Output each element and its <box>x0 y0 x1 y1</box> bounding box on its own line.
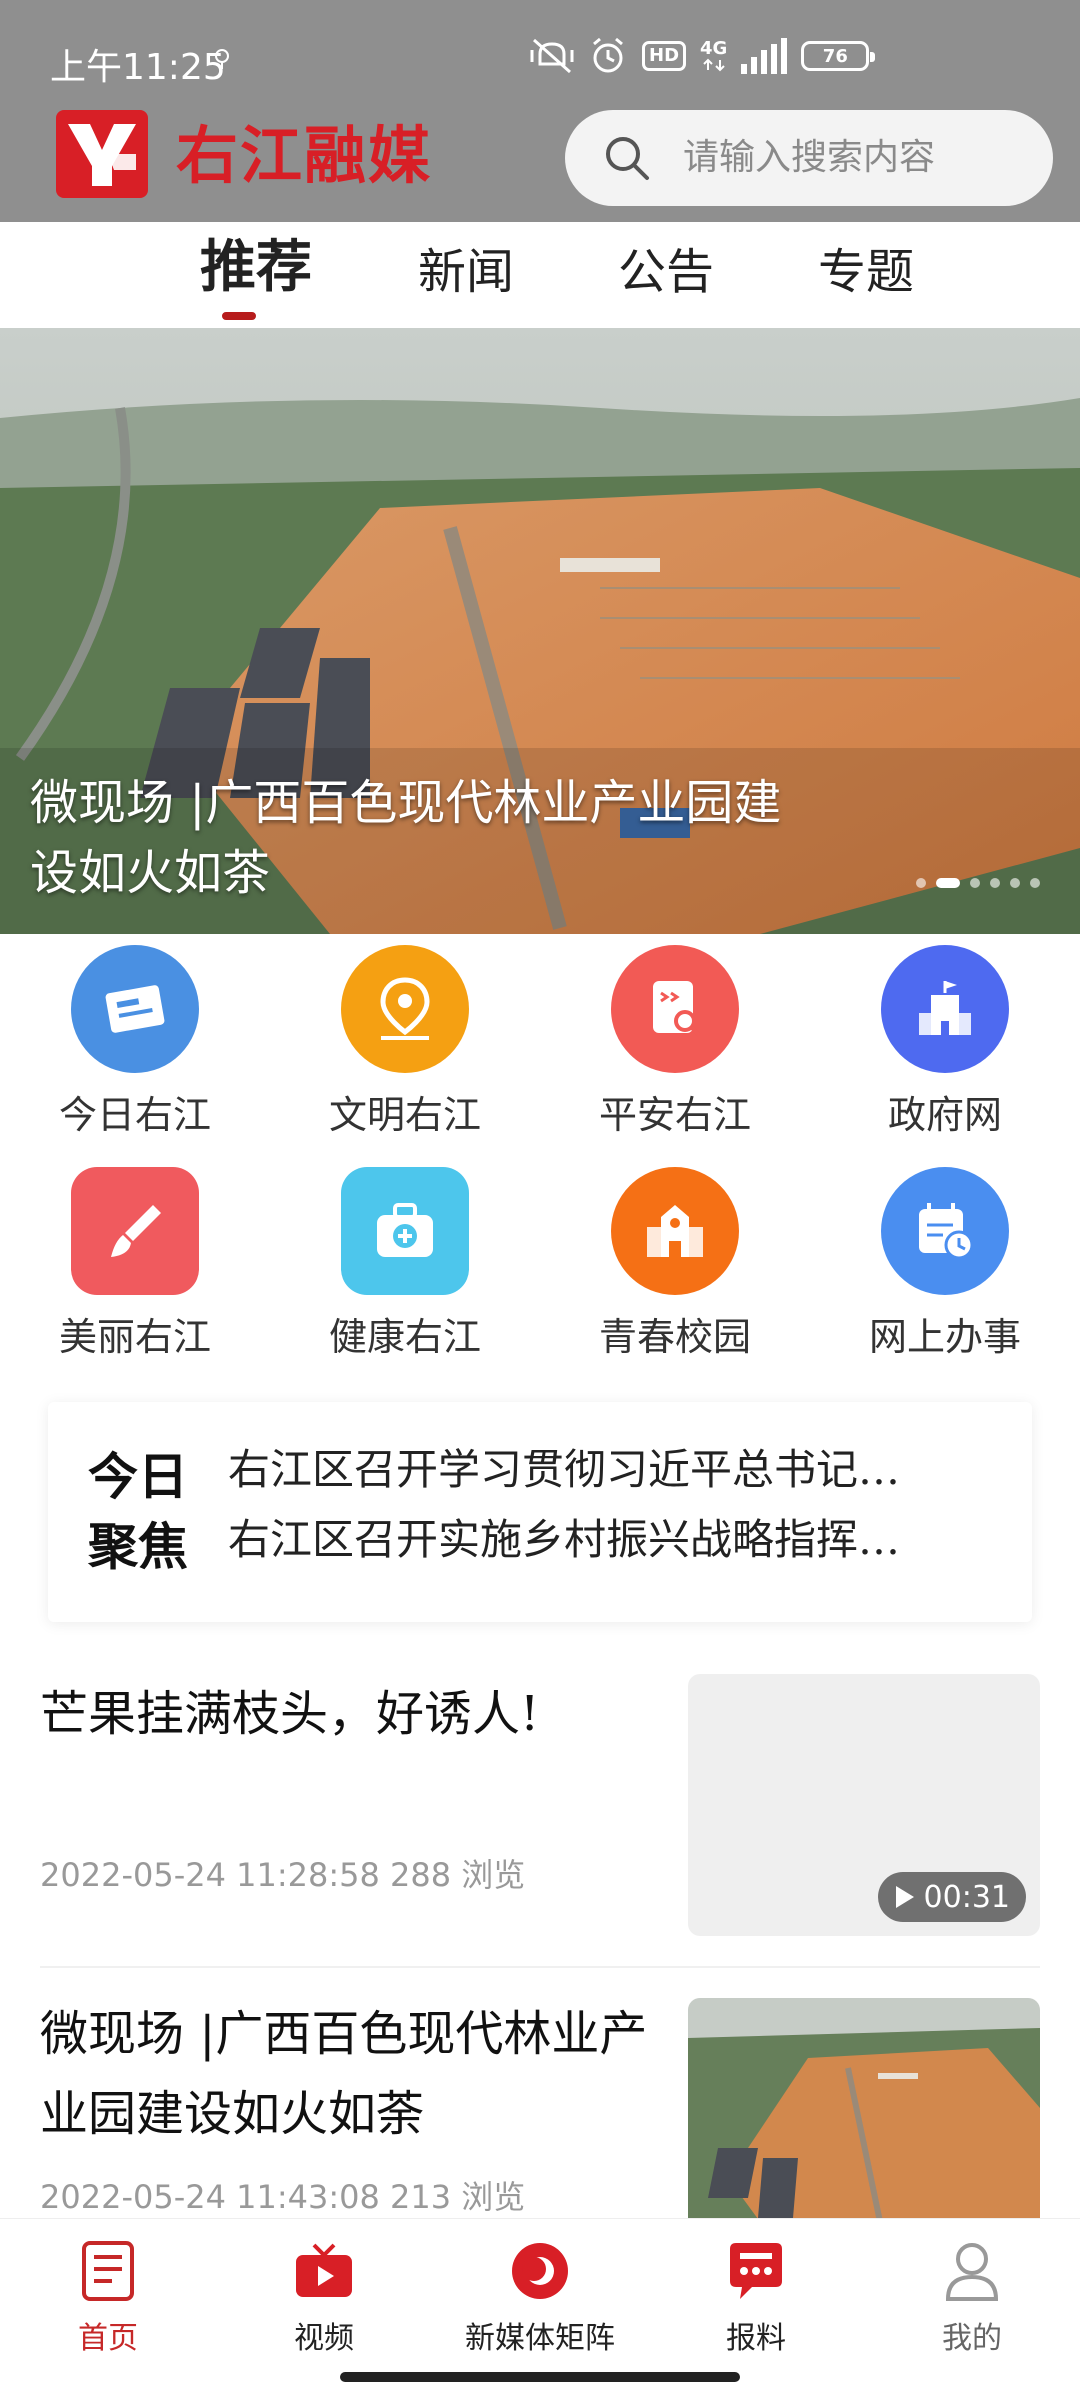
carousel-dot <box>970 878 980 888</box>
media-matrix-icon <box>512 2243 568 2299</box>
banner-title: 微现场 |广西百色现代林业产业园建设如火如茶 <box>30 775 782 901</box>
banner-carousel[interactable]: 微现场 |广西百色现代林业产业园建设如火如茶 <box>0 328 1080 934</box>
battery-level: 76 <box>822 45 848 67</box>
nav-profile[interactable]: 我的 <box>864 2239 1080 2359</box>
news-icon <box>71 945 199 1073</box>
location-pin-icon <box>341 945 469 1073</box>
user-icon <box>945 2243 999 2301</box>
shortcut-today-youjiang[interactable]: 今日右江 <box>0 940 270 1150</box>
carousel-dot <box>990 878 1000 888</box>
status-icons: HD 4G 76 <box>530 36 876 76</box>
carousel-dot <box>1030 878 1040 888</box>
nav-label: 视频 <box>294 2321 354 2356</box>
tab-topics[interactable]: 专题 <box>818 242 914 302</box>
calendar-clock-icon <box>881 1167 1009 1295</box>
news-meta: 2022-05-24 11:43:08 213 浏览 <box>40 2178 526 2216</box>
nav-media-matrix[interactable]: 新媒体矩阵 <box>432 2239 648 2359</box>
shortcut-label: 平安右江 <box>598 1093 751 1137</box>
search-bar[interactable]: 请输入搜索内容 <box>565 110 1053 206</box>
focus-headline-1[interactable]: 右江区召开学习贯彻习近平总书记… <box>228 1444 988 1496</box>
shortcut-label: 健康右江 <box>328 1315 481 1359</box>
shortcut-label: 青春校园 <box>598 1315 751 1359</box>
network-type: 4G <box>700 38 728 59</box>
nav-label: 新媒体矩阵 <box>465 2321 615 2356</box>
signal-icon <box>741 38 788 74</box>
news-thumbnail: 00:31 <box>688 1674 1040 1936</box>
nav-home[interactable]: 首页 <box>0 2239 216 2359</box>
shortcut-label: 今日右江 <box>58 1093 211 1137</box>
shortcut-government[interactable]: 政府网 <box>810 940 1080 1150</box>
document-search-icon <box>611 945 739 1073</box>
medical-kit-icon <box>341 1167 469 1295</box>
tv-play-icon <box>296 2243 352 2297</box>
hd-badge: HD <box>642 41 687 71</box>
government-building-icon <box>881 945 1009 1073</box>
shortcut-label: 网上办事 <box>868 1315 1021 1359</box>
status-time: 上午11:25 <box>50 47 226 88</box>
network-indicator: 4G <box>700 36 727 76</box>
thumbnail-image <box>688 1998 1040 2218</box>
shortcut-grid: 今日右江 文明右江 平安右江 政府网 美丽右江 健康右江 青春校园 网上办事 <box>0 940 1080 1370</box>
shortcut-healthy-youjiang[interactable]: 健康右江 <box>270 1162 540 1372</box>
nav-report[interactable]: 报料 <box>648 2239 864 2359</box>
today-focus-title: 今日聚焦 <box>88 1448 188 1576</box>
video-duration: 00:31 <box>923 1879 1010 1915</box>
y-logo-icon <box>68 124 136 186</box>
app-logo <box>56 110 148 198</box>
news-meta: 2022-05-24 11:28:58 288 浏览 <box>40 1856 526 1894</box>
carousel-dot-active <box>936 878 960 888</box>
news-item[interactable]: 微现场 |广西百色现代林业产业园建设如火如荼 2022-05-24 11:43:… <box>0 1994 1080 2218</box>
category-tabs: 推荐 新闻 公告 专题 <box>0 222 1080 328</box>
news-thumbnail <box>688 1998 1040 2218</box>
location-status-icon <box>215 49 229 69</box>
tab-recommend[interactable]: 推荐 <box>200 238 312 298</box>
search-placeholder: 请输入搜索内容 <box>683 137 936 178</box>
home-document-icon <box>82 2241 134 2301</box>
nav-label: 我的 <box>942 2321 1002 2356</box>
shortcut-label: 政府网 <box>887 1093 1002 1137</box>
shortcut-label: 文明右江 <box>328 1093 481 1137</box>
app-header: 上午11:25 HD 4G 76 右江融媒 请输入搜索内容 <box>0 0 1080 222</box>
alarm-icon <box>593 37 623 73</box>
today-focus-card: 今日聚焦 右江区召开学习贯彻习近平总书记… 右江区召开实施乡村振兴战略指挥… <box>48 1402 1032 1622</box>
search-icon <box>606 137 649 180</box>
news-item[interactable]: 芒果挂满枝头，好诱人! 2022-05-24 11:28:58 288 浏览 0… <box>0 1672 1080 1972</box>
nav-video[interactable]: 视频 <box>216 2239 432 2359</box>
status-bar: 上午11:25 HD 4G 76 <box>0 0 1080 100</box>
home-indicator[interactable] <box>340 2372 740 2382</box>
shortcut-online-services[interactable]: 网上办事 <box>810 1162 1080 1372</box>
carousel-dot <box>916 878 926 888</box>
tab-news[interactable]: 新闻 <box>418 242 514 302</box>
nav-label: 首页 <box>78 2321 138 2356</box>
brand-name: 右江融媒 <box>176 119 433 192</box>
shortcut-beautiful-youjiang[interactable]: 美丽右江 <box>0 1162 270 1372</box>
battery-indicator: 76 <box>801 41 876 71</box>
shortcut-safe-youjiang[interactable]: 平安右江 <box>540 940 810 1150</box>
tab-notice[interactable]: 公告 <box>618 242 714 302</box>
active-tab-indicator <box>222 312 256 320</box>
nav-label: 报料 <box>726 2321 786 2356</box>
news-title: 芒果挂满枝头，好诱人! <box>40 1686 540 1742</box>
paint-brush-icon <box>71 1167 199 1295</box>
shortcut-civilized-youjiang[interactable]: 文明右江 <box>270 940 540 1150</box>
carousel-dots <box>916 878 1040 888</box>
shortcut-youth-campus[interactable]: 青春校园 <box>540 1162 810 1372</box>
play-icon <box>895 1886 914 1908</box>
shortcut-label: 美丽右江 <box>58 1315 211 1359</box>
mute-vibrate-icon <box>530 38 574 74</box>
news-title: 微现场 |广西百色现代林业产业园建设如火如荼 <box>40 2006 648 2142</box>
list-divider <box>40 1966 1040 1968</box>
video-duration-badge: 00:31 <box>877 1872 1026 1922</box>
school-icon <box>611 1167 739 1295</box>
data-arrows-icon <box>702 58 725 72</box>
chat-report-icon <box>730 2243 782 2299</box>
focus-headline-2[interactable]: 右江区召开实施乡村振兴战略指挥… <box>228 1514 988 1566</box>
carousel-dot <box>1010 878 1020 888</box>
